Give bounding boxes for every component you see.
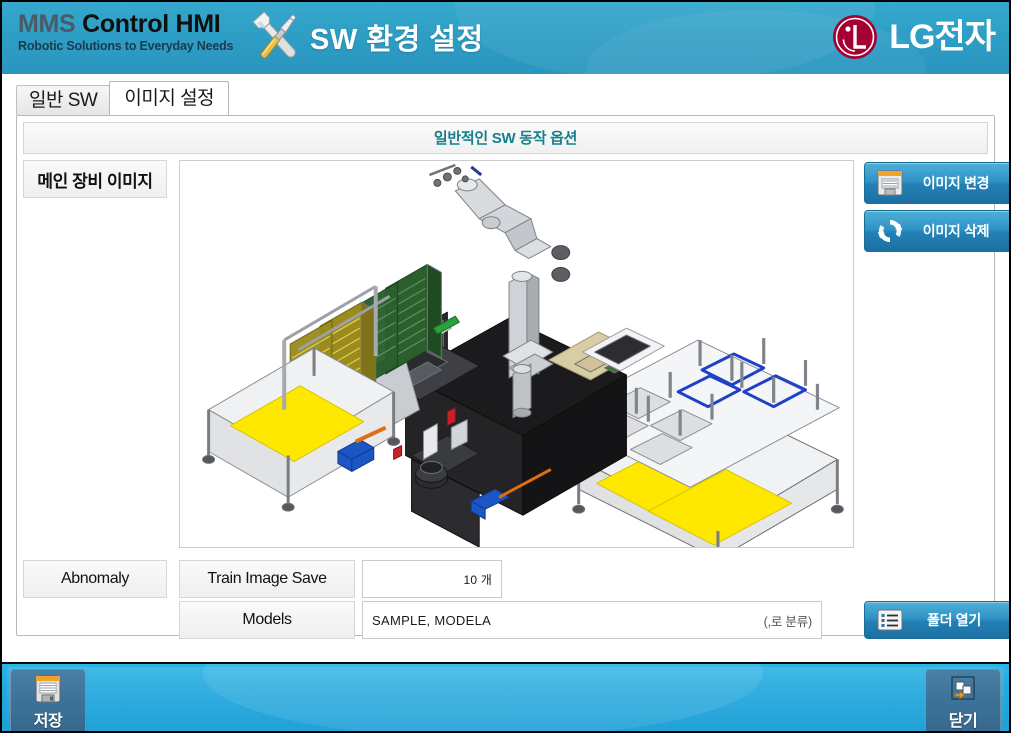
label-models: Models	[179, 601, 355, 639]
content-area: 일반 SW 이미지 설정 일반적인 SW 동작 옵션 메인 장비 이미지 이미지…	[2, 81, 1009, 662]
save-button[interactable]: 저장	[10, 669, 86, 731]
models-value: SAMPLE, MODELA	[372, 612, 492, 628]
open-folder-button[interactable]: 폴더 열기	[864, 601, 1009, 639]
lg-logo: LG전자	[831, 13, 996, 61]
close-label: 닫기	[948, 713, 978, 730]
section-title: 일반적인 SW 동작 옵션	[23, 122, 988, 154]
list-view-icon	[875, 605, 905, 635]
train-image-save-value: 10 개	[463, 572, 492, 587]
tab-image-settings[interactable]: 이미지 설정	[109, 81, 230, 115]
brand-title: MMS Control HMI	[18, 10, 233, 38]
brand-block: MMS Control HMI Robotic Solutions to Eve…	[18, 10, 233, 54]
close-button[interactable]: 닫기	[925, 669, 1001, 731]
brand-mms-text: MMS	[18, 10, 76, 38]
toolbar-sheen	[7, 667, 1004, 731]
label-abnomaly: Abnomaly	[23, 560, 167, 598]
page-title: SW 환경 설정	[310, 24, 484, 56]
image-delete-label: 이미지 삭제	[922, 223, 990, 239]
label-main-equipment-image: 메인 장비 이미지	[23, 160, 167, 198]
application-window: MMS Control HMI Robotic Solutions to Eve…	[0, 0, 1011, 733]
label-train-image-save: Train Image Save	[179, 560, 355, 598]
tab-bar: 일반 SW 이미지 설정	[16, 81, 1009, 115]
tab-panel: 일반적인 SW 동작 옵션 메인 장비 이미지 이미지 변경 이미지 삭제 Ab…	[16, 115, 1009, 639]
brand-control-hmi-text: Control HMI	[75, 10, 221, 38]
open-folder-label: 폴더 열기	[927, 612, 981, 628]
image-change-label: 이미지 변경	[922, 175, 990, 191]
equipment-cad-render	[180, 161, 853, 547]
settings-grid: 메인 장비 이미지 이미지 변경 이미지 삭제 Abnomaly Train I…	[23, 160, 1009, 639]
lg-face-logo-icon	[831, 13, 879, 61]
bottom-toolbar: 저장 닫기	[2, 662, 1009, 731]
equipment-image-preview[interactable]	[179, 160, 854, 548]
save-label: 저장	[33, 713, 63, 730]
floppy-disk-icon	[32, 673, 64, 705]
refresh-cycle-icon	[875, 216, 905, 246]
brand-tagline: Robotic Solutions to Everyday Needs	[18, 39, 234, 53]
models-input[interactable]: SAMPLE, MODELA (,로 분류)	[362, 601, 822, 639]
app-header: MMS Control HMI Robotic Solutions to Eve…	[2, 2, 1009, 74]
tab-general-sw[interactable]: 일반 SW	[16, 85, 111, 115]
exit-window-icon	[947, 673, 979, 705]
lg-logo-text: LG전자	[889, 18, 996, 56]
image-delete-button[interactable]: 이미지 삭제	[864, 210, 1009, 252]
train-image-save-input[interactable]: 10 개	[362, 560, 502, 598]
models-hint: (,로 분류)	[763, 614, 813, 629]
image-change-button[interactable]: 이미지 변경	[864, 162, 1009, 204]
wrench-screwdriver-icon	[242, 6, 312, 70]
floppy-disk-icon	[875, 168, 905, 198]
